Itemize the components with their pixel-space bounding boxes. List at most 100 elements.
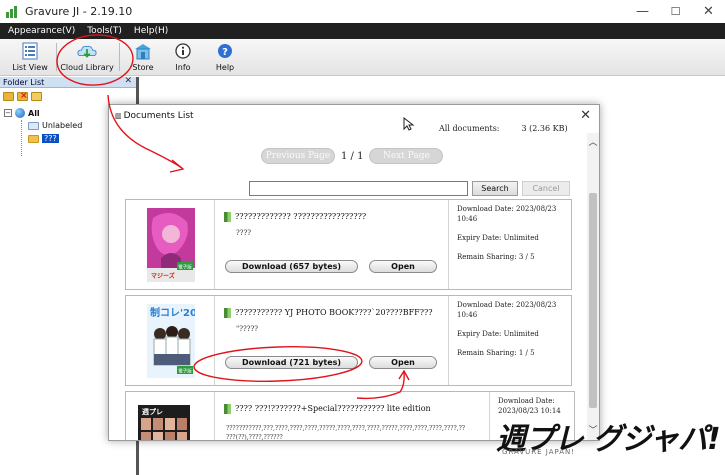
document-title: ???? ???!???????+Special??????????? lite…: [224, 404, 431, 414]
window-title: Gravure JI - 2.19.10: [25, 5, 133, 18]
globe-icon: [15, 108, 25, 118]
window-titlebar: Gravure JI - 2.19.10 — ☐ ✕: [0, 0, 725, 23]
search-input[interactable]: [249, 181, 468, 196]
toolbar-separator: [56, 43, 57, 71]
pagination: Previous Page 1 / 1 Next Page: [261, 148, 444, 164]
watermark-logo: 週プレ グジャパ! GRAVURE JAPAN!: [496, 414, 721, 464]
document-subtitle: "?????: [236, 325, 258, 333]
download-date: Download Date: 2023/08/23: [457, 205, 557, 213]
next-page-button[interactable]: Next Page: [369, 148, 444, 164]
folder-icon: [28, 134, 39, 143]
document-title-text: ????????????? ?????????????????: [235, 212, 367, 221]
cover-badge: 電子版: [178, 264, 192, 271]
add-folder-icon[interactable]: [3, 91, 14, 101]
store-label: Store: [132, 63, 154, 72]
scroll-up-icon[interactable]: ︿: [587, 135, 599, 148]
dialog-scrollbar[interactable]: ︿ ﹀: [587, 133, 599, 440]
cancel-search-button[interactable]: Cancel: [522, 181, 570, 196]
store-button[interactable]: Store: [126, 40, 160, 75]
tree-label-unlabeled: Unlabeled: [42, 121, 83, 130]
menu-tools[interactable]: Tools(T): [87, 26, 122, 36]
help-icon: ?: [215, 42, 235, 60]
all-documents-value: 3 (2.36 KB): [521, 124, 568, 133]
rename-folder-icon[interactable]: [31, 91, 42, 101]
menu-help[interactable]: Help(H): [134, 26, 168, 36]
help-label: Help: [215, 63, 235, 72]
document-card: 制コレ'20 電子版 ??????????? YJ PHOTO BOOK????…: [125, 295, 572, 386]
document-subtitle: ???????????,???,????,????,????,?????,???…: [226, 425, 466, 432]
dialog-title: ▥ Documents List: [115, 111, 194, 121]
cover-badge: 電子版: [178, 368, 192, 375]
cover-image: 週プレ: [138, 405, 190, 440]
remain-sharing: Remain Sharing: 1 / 5: [457, 349, 535, 357]
app-icon: [6, 5, 18, 18]
book-icon: [224, 404, 231, 414]
tree-item-selected-folder[interactable]: ???: [28, 134, 59, 143]
close-window-button[interactable]: ✕: [692, 0, 725, 23]
store-icon: [133, 42, 153, 60]
document-info: ???? ???!???????+Special??????????? lite…: [216, 392, 488, 441]
info-button[interactable]: Info: [170, 40, 196, 75]
toolbar-separator: [119, 43, 120, 71]
remain-sharing: Remain Sharing: 3 / 5: [457, 253, 535, 261]
svg-text:?: ?: [222, 47, 228, 58]
info-label: Info: [175, 63, 191, 72]
document-subtitle: ????: [236, 229, 252, 237]
all-documents-label: All documents:: [439, 124, 500, 133]
all-documents-summary: All documents: 3 (2.36 KB): [439, 124, 568, 133]
download-date: Download Date:: [498, 397, 555, 405]
cloud-library-label: Cloud Library: [60, 63, 114, 72]
unlabeled-icon: [28, 121, 39, 130]
search-button[interactable]: Search: [472, 181, 518, 196]
info-icon: [173, 42, 193, 60]
dialog-close-button[interactable]: ✕: [580, 108, 591, 123]
folder-list-title: Folder List: [3, 77, 45, 87]
tree-item-unlabeled[interactable]: Unlabeled: [28, 121, 82, 130]
document-subtitle-2: ???(??),????,??????: [226, 434, 283, 441]
watermark-sub: GRAVURE JAPAN!: [502, 448, 576, 456]
document-info: ??????????? YJ PHOTO BOOK????`20????BFF?…: [216, 296, 447, 385]
expiry-date: Expiry Date: Unlimited: [457, 234, 539, 242]
document-meta: Download Date: 2023/08/23 10:46 Expiry D…: [448, 296, 572, 385]
document-title: ????????????? ?????????????????: [224, 212, 366, 222]
collapse-icon[interactable]: −: [4, 109, 12, 117]
expiry-date: Expiry Date: Unlimited: [457, 330, 539, 338]
open-button[interactable]: Open: [369, 356, 437, 369]
download-button[interactable]: Download (657 bytes): [225, 260, 358, 273]
menu-bar: Appearance(V) Tools(T) Help(H): [0, 23, 725, 39]
list-view-label: List View: [12, 63, 48, 72]
document-title-text: ???? ???!???????+Special??????????? lite…: [235, 404, 431, 413]
window-controls: — ☐ ✕: [626, 0, 725, 23]
delete-folder-icon[interactable]: ×: [17, 91, 28, 101]
tree-label-all: All: [28, 108, 40, 118]
dialog-title-text: Documents List: [123, 111, 194, 121]
cover-headline: 週プレ: [142, 407, 163, 416]
cover-image: マジーズ 電子版: [147, 208, 195, 282]
open-button[interactable]: Open: [369, 260, 437, 273]
scrollbar-thumb[interactable]: [589, 193, 597, 408]
document-card: マジーズ 電子版 ????????????? ?????????????????…: [125, 199, 572, 290]
download-time: 10:46: [457, 311, 478, 319]
previous-page-button[interactable]: Previous Page: [261, 148, 335, 164]
book-icon: [224, 212, 231, 222]
document-info: ????????????? ????????????????? ???? Dow…: [216, 200, 447, 289]
cloud-library-button[interactable]: Cloud Library: [60, 40, 114, 75]
menu-appearance[interactable]: Appearance(V): [8, 26, 75, 36]
cover-thumbnail-area: 制コレ'20 電子版: [126, 296, 215, 385]
tree-item-all[interactable]: − All: [4, 108, 40, 118]
cover-headline: 制コレ'20: [150, 306, 195, 319]
maximize-button[interactable]: ☐: [659, 0, 692, 23]
dialog-title-icon: ▥: [115, 112, 122, 120]
book-icon: [224, 308, 231, 318]
list-view-button[interactable]: List View: [10, 40, 50, 75]
document-title-text: ??????????? YJ PHOTO BOOK????`20????BFF?…: [235, 308, 433, 317]
cover-thumbnail-area: マジーズ 電子版: [126, 200, 215, 289]
document-meta: Download Date: 2023/08/23 10:46 Expiry D…: [448, 200, 572, 289]
download-button[interactable]: Download (721 bytes): [225, 356, 358, 369]
tree-connector: [21, 120, 22, 156]
search-row: Search Cancel: [249, 181, 570, 196]
help-button[interactable]: ? Help: [211, 40, 239, 75]
cover-caption: マジーズ: [151, 272, 175, 280]
minimize-button[interactable]: —: [626, 0, 659, 23]
panel-close-icon[interactable]: ✕: [124, 76, 132, 86]
